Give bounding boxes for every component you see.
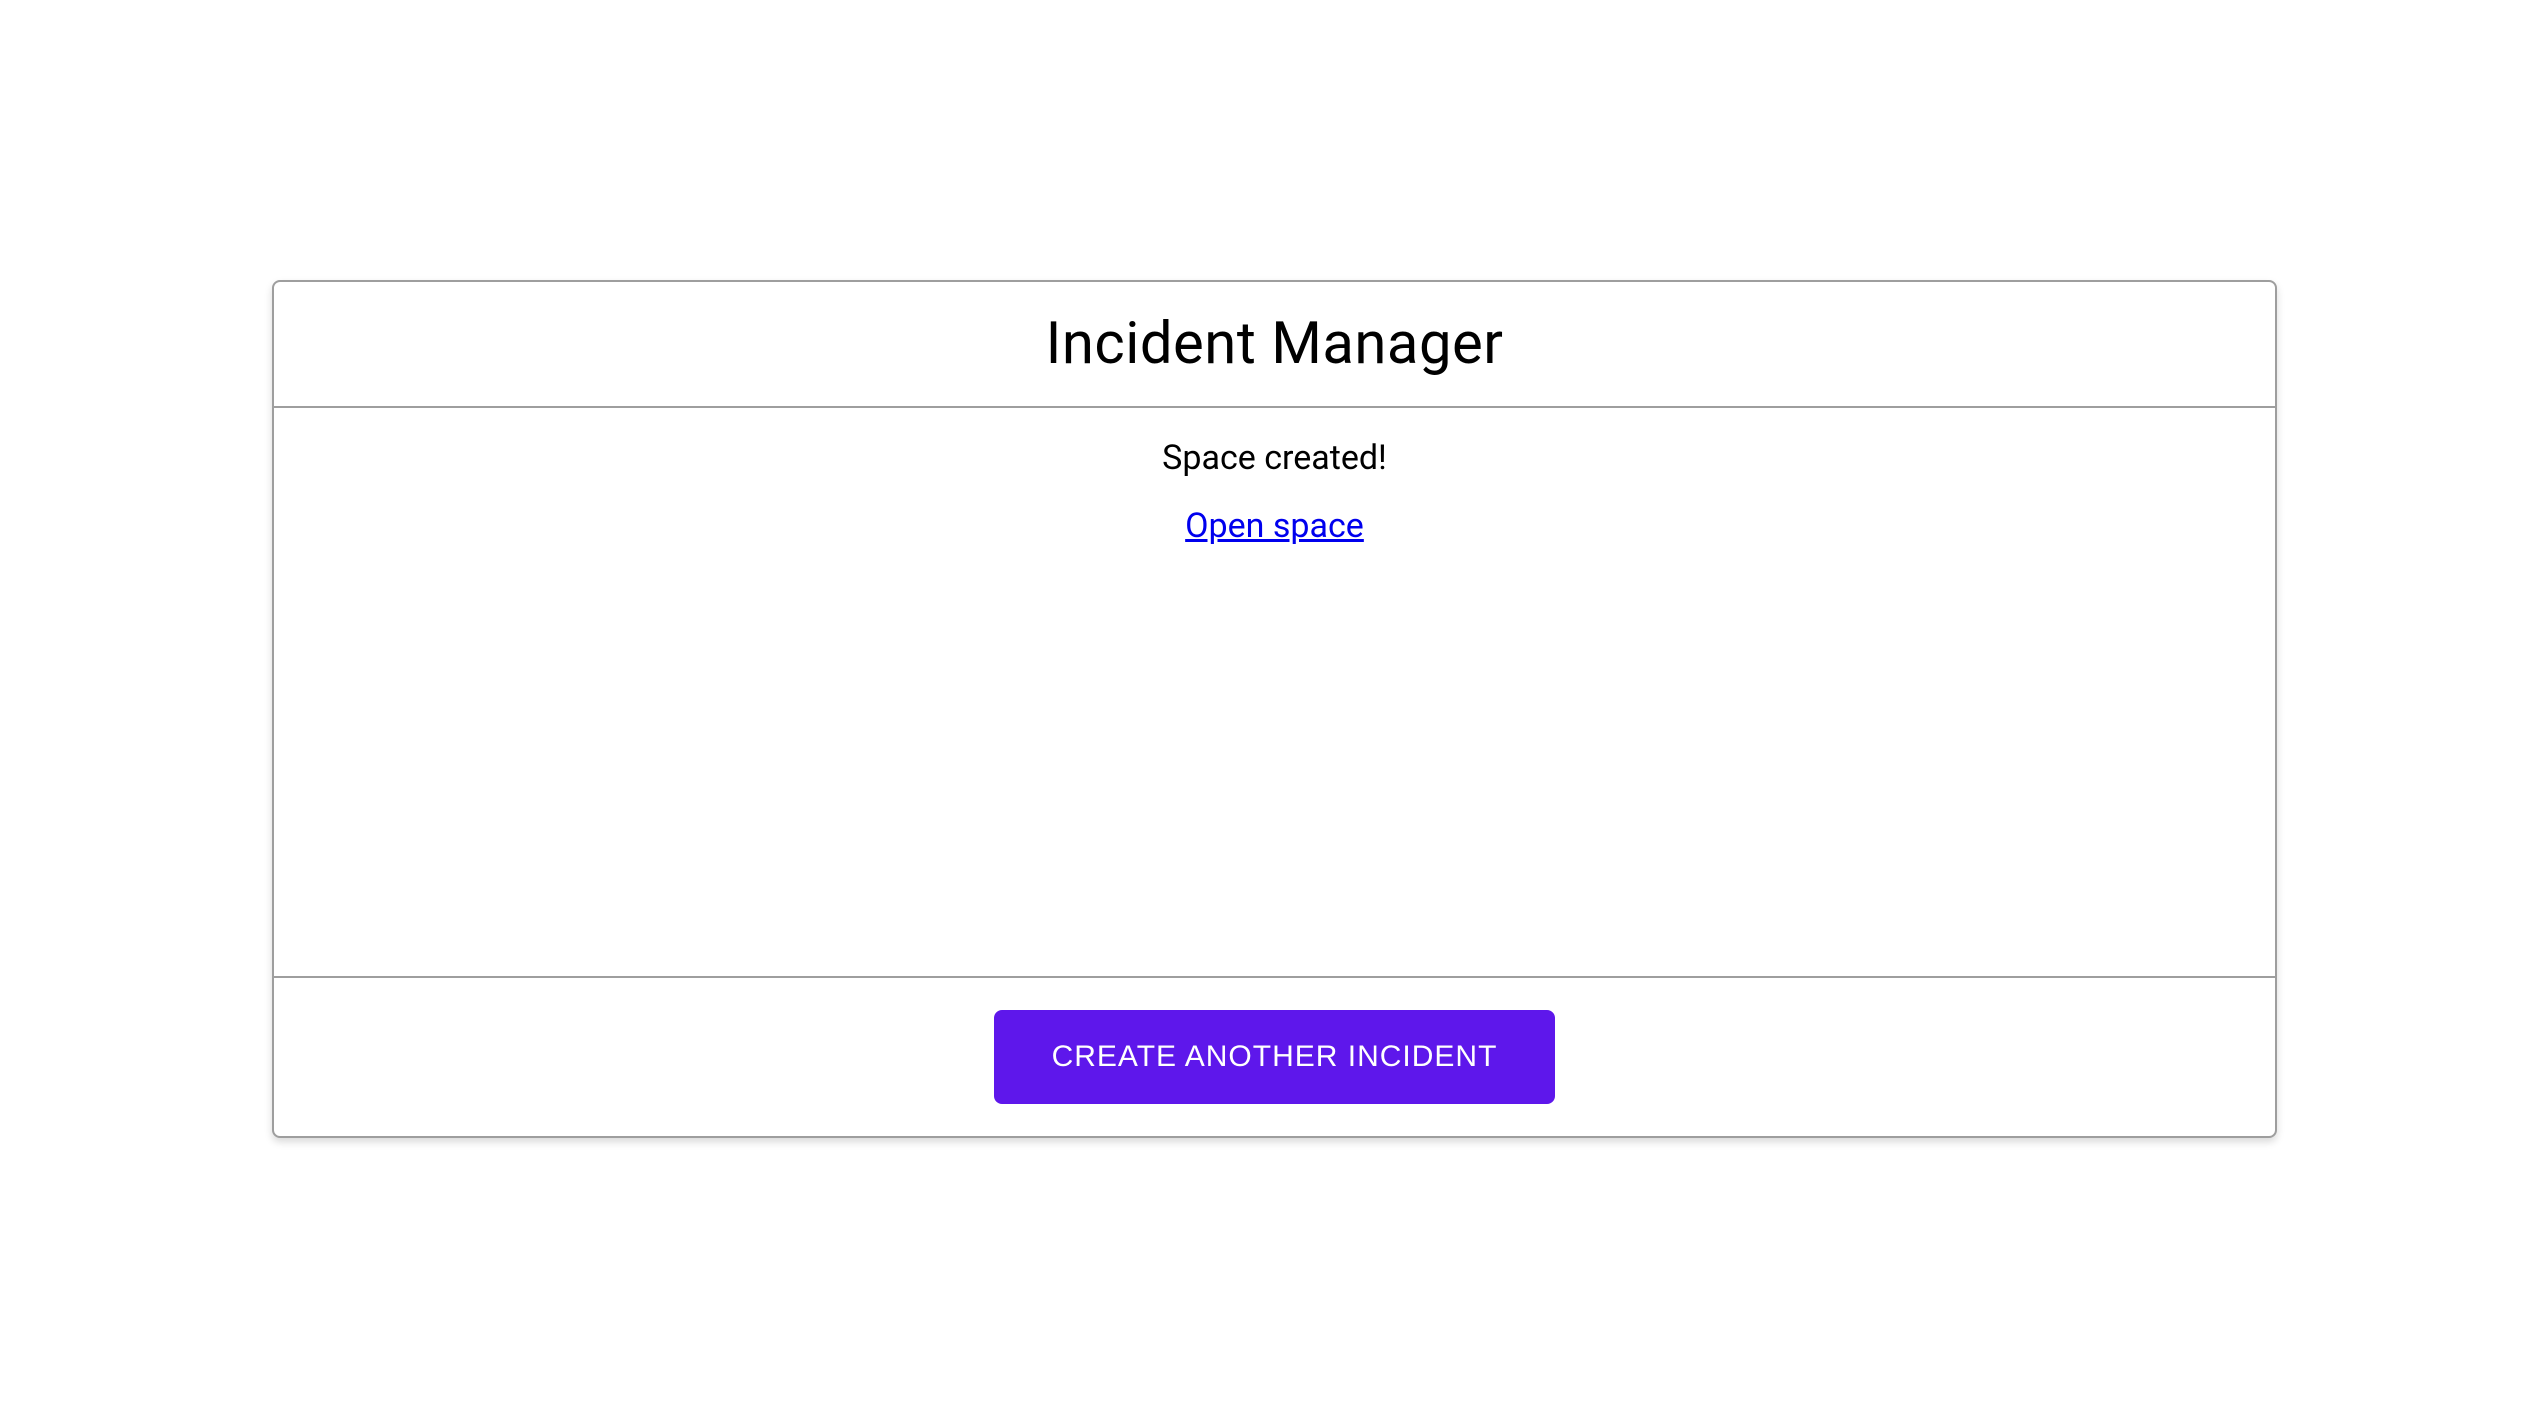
card-footer: CREATE ANOTHER INCIDENT [274, 978, 2275, 1136]
card-header: Incident Manager [274, 282, 2275, 408]
page-title: Incident Manager [294, 310, 2255, 378]
card-body: Space created! Open space [274, 408, 2275, 978]
create-another-incident-button[interactable]: CREATE ANOTHER INCIDENT [994, 1010, 1556, 1104]
incident-manager-card: Incident Manager Space created! Open spa… [272, 280, 2277, 1138]
open-space-link[interactable]: Open space [1185, 506, 1364, 546]
status-message: Space created! [294, 438, 2255, 478]
